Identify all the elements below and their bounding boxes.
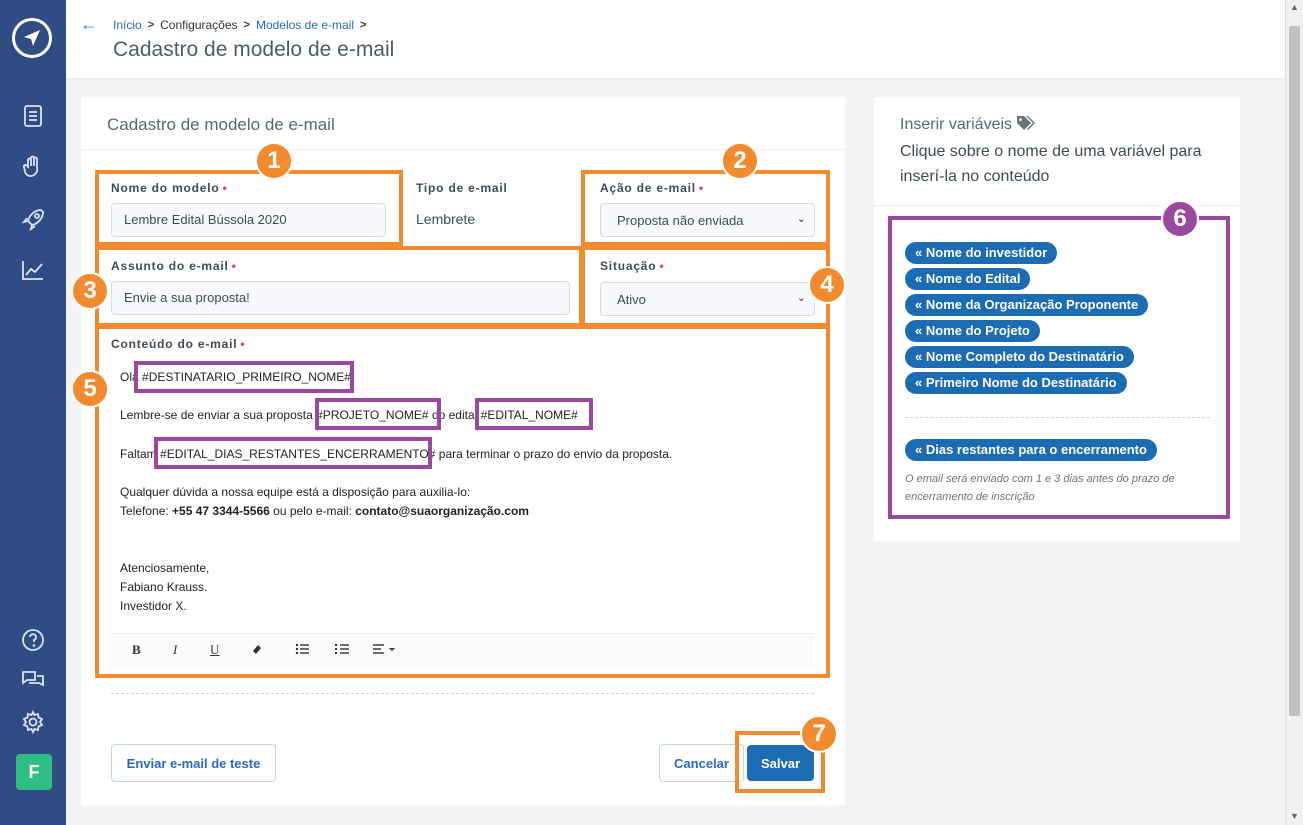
page-header: ← Início > Configurações > Modelos de e-… (66, 0, 1285, 78)
sidebar: F (0, 0, 66, 825)
variables-title: Inserir variáveis (900, 115, 1036, 134)
highlight-situacao (581, 246, 830, 327)
breadcrumb-configuracoes[interactable]: Configurações (160, 18, 237, 32)
callout-2: 2 (721, 142, 759, 180)
help-icon[interactable] (19, 626, 47, 654)
breadcrumb-separator-icon: > (360, 19, 367, 31)
scroll-thumb[interactable] (1289, 26, 1300, 716)
scroll-down-icon[interactable]: ▼ (1290, 811, 1299, 821)
callout-3: 3 (71, 272, 109, 310)
page-scrollbar[interactable]: ▲ ▼ (1285, 0, 1303, 825)
variables-subtitle: Clique sobre o nome de uma variável para… (900, 143, 1202, 185)
form-separator (111, 693, 814, 694)
highlight-nome (95, 170, 403, 246)
scroll-up-icon[interactable]: ▲ (1290, 2, 1299, 12)
tipo-label: Tipo de e-mail (416, 181, 508, 195)
callout-7: 7 (800, 715, 838, 753)
tags-icon (1017, 116, 1036, 130)
callout-4: 4 (808, 266, 846, 304)
highlight-assunto (95, 246, 583, 327)
send-test-email-button[interactable]: Enviar e-mail de teste (111, 744, 276, 782)
card-title: Cadastro de modelo de e-mail (107, 115, 335, 134)
document-icon[interactable] (19, 102, 47, 130)
highlight-variables-list (888, 216, 1230, 519)
highlight-var-edital (475, 398, 593, 430)
callout-6: 6 (1161, 200, 1199, 238)
breadcrumb-separator-icon: > (147, 19, 155, 31)
breadcrumb-separator-icon: > (243, 19, 250, 31)
tipo-value: Lembrete (416, 211, 476, 227)
highlight-var-destinatario (134, 361, 354, 393)
app-logo[interactable] (12, 18, 52, 58)
back-arrow-icon[interactable]: ← (80, 14, 98, 35)
breadcrumb-inicio[interactable]: Início (113, 18, 142, 32)
chat-icon[interactable] (19, 666, 47, 694)
breadcrumb: Início > Configurações > Modelos de e-ma… (113, 18, 366, 32)
callout-1: 1 (255, 142, 293, 180)
hand-heart-icon[interactable] (19, 153, 47, 181)
callout-5: 5 (71, 370, 109, 408)
page-title: Cadastro de modelo de e-mail (113, 38, 395, 61)
highlight-var-projeto (315, 398, 441, 430)
settings-gear-icon[interactable] (19, 708, 47, 736)
user-avatar[interactable]: F (16, 754, 52, 790)
highlight-var-dias (154, 437, 432, 469)
breadcrumb-modelos[interactable]: Modelos de e-mail (256, 18, 354, 32)
highlight-acao (581, 170, 830, 246)
cancel-button[interactable]: Cancelar (659, 744, 744, 782)
rocket-icon[interactable] (19, 205, 47, 233)
chart-icon[interactable] (19, 256, 47, 284)
